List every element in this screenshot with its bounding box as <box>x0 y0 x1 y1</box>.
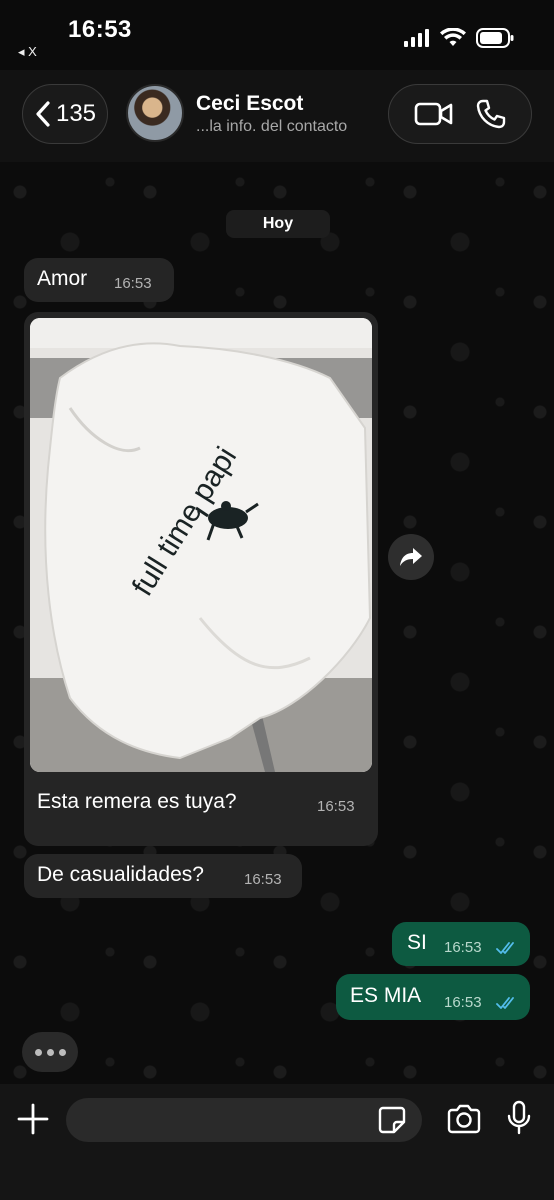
message-input[interactable] <box>66 1098 422 1142</box>
camera-icon[interactable] <box>446 1104 482 1134</box>
status-time: 16:53 <box>68 16 132 43</box>
signal-icon <box>404 29 429 47</box>
chevron-left-icon <box>36 101 50 127</box>
input-bar <box>0 1084 554 1200</box>
message-incoming[interactable]: Amor 16:53 <box>24 258 174 302</box>
typing-dot <box>34 1048 42 1056</box>
back-button[interactable]: 135 <box>22 84 108 144</box>
message-time: 16:53 <box>317 798 355 815</box>
forward-icon <box>400 548 422 566</box>
typing-dot <box>58 1048 66 1056</box>
wifi-icon <box>440 28 466 46</box>
shirt-image: full time papi <box>30 318 372 772</box>
status-icons <box>404 28 514 48</box>
message-text: Amor <box>37 267 88 290</box>
message-outgoing[interactable]: ES MIA 16:53 <box>336 974 530 1020</box>
read-ticks-icon <box>496 997 514 1009</box>
chat-header: 135 Ceci Escot ...la info. del contacto <box>0 70 554 162</box>
call-buttons <box>388 84 532 144</box>
image-caption: Esta remera es tuya? <box>37 790 237 813</box>
status-bar: 16:53 ◂ X <box>0 0 554 70</box>
date-chip: Hoy <box>226 210 330 238</box>
message-time: 16:53 <box>444 939 482 956</box>
message-time: 16:53 <box>444 994 482 1011</box>
message-text: SI <box>407 931 427 954</box>
read-ticks-icon <box>496 942 514 954</box>
contact-name[interactable]: Ceci Escot <box>196 92 303 116</box>
typing-indicator <box>22 1032 78 1072</box>
image-message[interactable]: full time papi Esta remera es tuya? 16:5… <box>24 312 378 846</box>
contact-subtitle[interactable]: ...la info. del contacto <box>196 118 347 136</box>
battery-icon <box>476 28 514 48</box>
chat-area[interactable]: Hoy Amor 16:53 full time papi Esta remer… <box>0 162 554 1084</box>
typing-dot <box>46 1048 54 1056</box>
message-time: 16:53 <box>114 275 152 292</box>
shirt-photo[interactable]: full time papi <box>30 318 372 772</box>
video-call-icon[interactable] <box>414 100 454 128</box>
phone-icon[interactable] <box>475 98 507 130</box>
contact-avatar[interactable] <box>126 84 184 142</box>
sticker-icon[interactable] <box>377 1105 407 1135</box>
message-time: 16:53 <box>244 871 282 888</box>
message-outgoing[interactable]: SI 16:53 <box>392 922 530 966</box>
message-text: ES MIA <box>350 984 422 1007</box>
message-incoming[interactable]: De casualidades? 16:53 <box>24 854 302 898</box>
back-to-app-link[interactable]: ◂ X <box>18 44 37 60</box>
microphone-icon[interactable] <box>506 1100 532 1136</box>
unread-count: 135 <box>55 100 97 127</box>
forward-button[interactable] <box>388 534 434 580</box>
plus-icon[interactable] <box>16 1102 50 1136</box>
message-text: De casualidades? <box>37 863 204 886</box>
